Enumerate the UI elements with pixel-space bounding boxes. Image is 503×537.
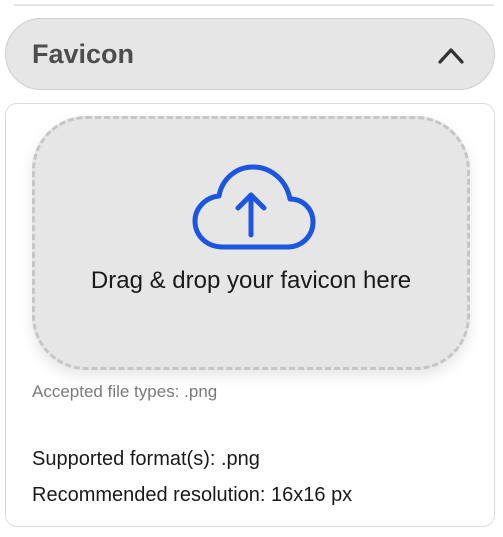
chevron-up-icon[interactable]	[436, 43, 466, 67]
favicon-dropzone[interactable]: Drag & drop your favicon here	[32, 116, 470, 370]
supported-formats: Supported format(s): .png	[32, 448, 260, 470]
accepted-file-types: Accepted file types: .png	[32, 382, 218, 401]
favicon-accordion-header[interactable]: Favicon	[5, 18, 495, 90]
section-title: Favicon	[32, 39, 135, 69]
cloud-upload-icon	[192, 164, 316, 250]
recommended-resolution: Recommended resolution: 16x16 px	[32, 484, 353, 506]
favicon-panel: Drag & drop your favicon here Accepted f…	[5, 103, 495, 527]
top-divider	[14, 4, 494, 6]
dropzone-text: Drag & drop your favicon here	[90, 267, 412, 294]
